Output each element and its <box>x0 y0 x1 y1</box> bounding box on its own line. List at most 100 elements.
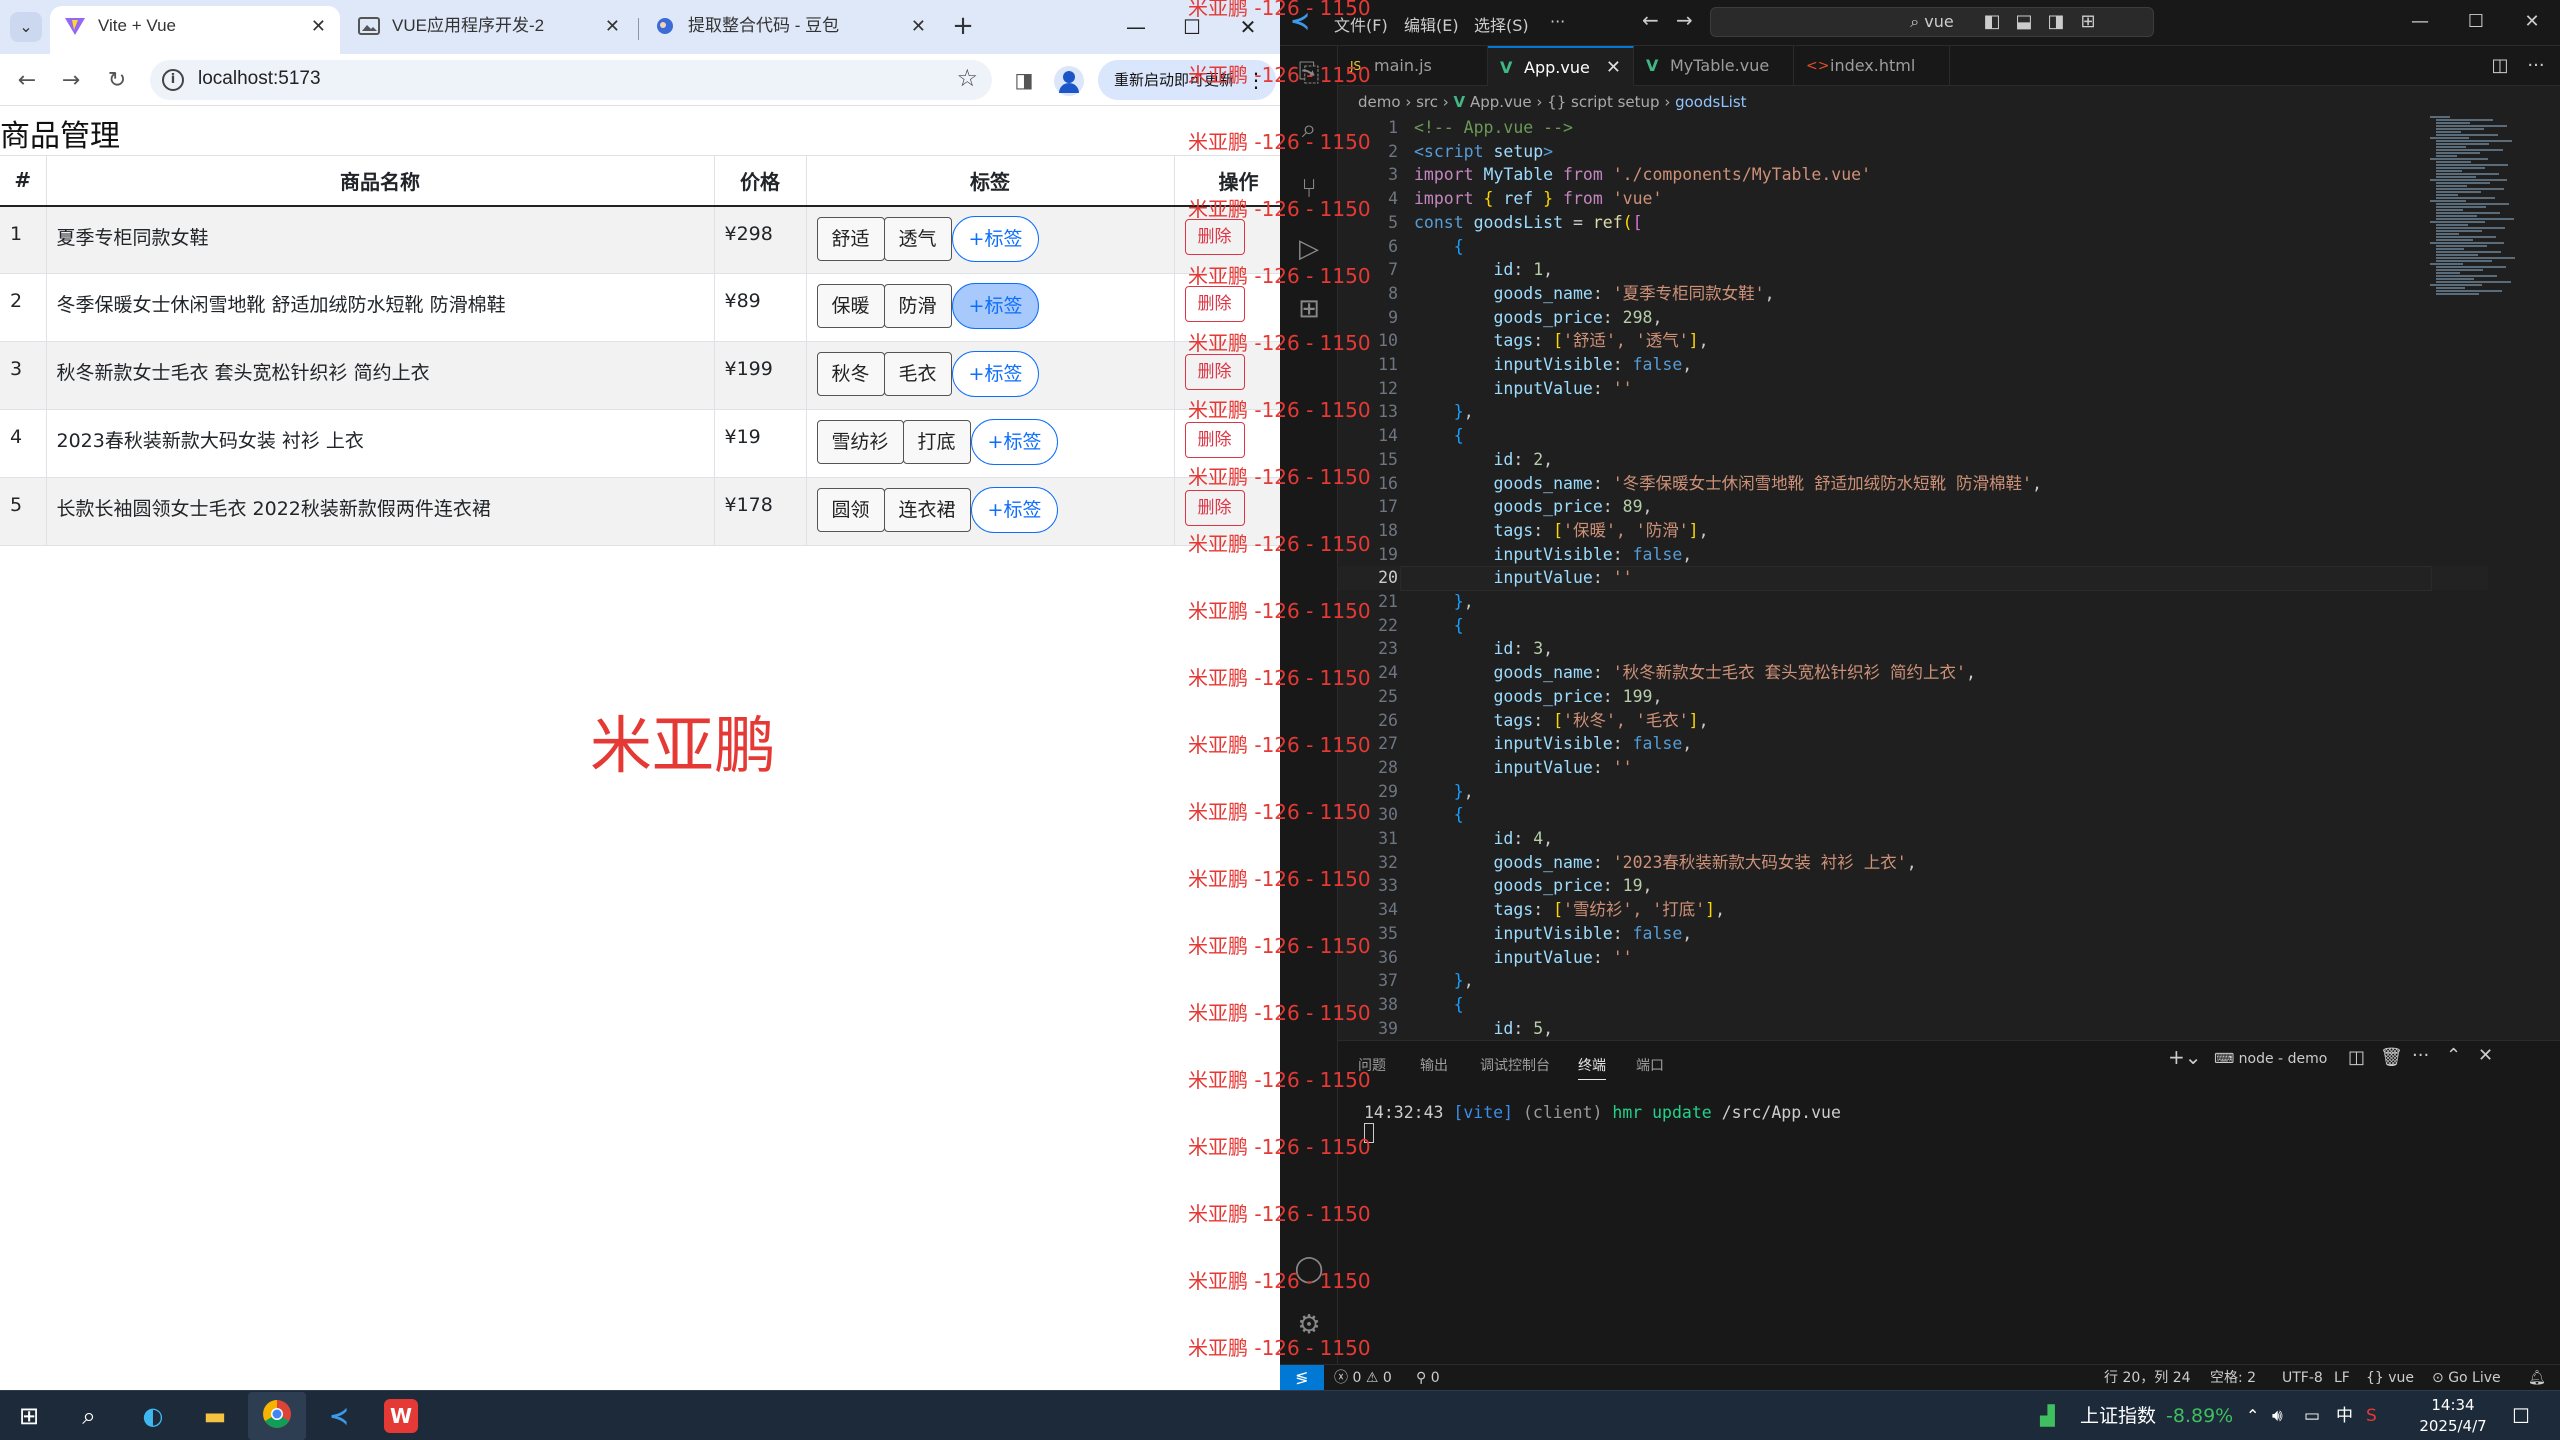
stock-change[interactable]: -8.89% <box>2166 1391 2233 1440</box>
language-mode[interactable]: {} vue <box>2366 1365 2414 1390</box>
menu-edit[interactable]: 编辑(E) <box>1404 12 1459 36</box>
bookmark-star-icon[interactable]: ☆ <box>956 64 978 92</box>
file-explorer-icon[interactable]: ▬ <box>198 1399 232 1433</box>
close-icon[interactable]: ✕ <box>1606 48 1621 88</box>
split-editor-icon[interactable]: ◫ <box>2488 54 2512 78</box>
tab-app-vue[interactable]: V App.vue ✕ <box>1488 46 1634 86</box>
edge-browser-icon[interactable]: ◐ <box>136 1399 170 1433</box>
tab-vue-course[interactable]: VUE应用程序开发-24级大数据 ✕ <box>344 6 634 54</box>
close-icon[interactable]: ✕ <box>911 6 926 46</box>
encoding[interactable]: UTF-8 <box>2282 1365 2323 1390</box>
wps-office-icon[interactable]: W <box>384 1399 418 1433</box>
split-terminal-icon[interactable]: ◫ <box>2348 1047 2365 1068</box>
add-tag-button[interactable]: +标签 <box>970 487 1059 533</box>
notifications-bell-icon[interactable]: 🔔︎ <box>2528 1365 2546 1390</box>
site-info-icon[interactable]: i <box>162 69 184 91</box>
tab-search-button[interactable]: ⌄ <box>10 12 42 42</box>
row-price: ¥19 <box>713 409 806 478</box>
delete-button[interactable]: 删除 <box>1184 490 1245 526</box>
toggle-panel-icon[interactable]: ⬓ <box>2012 10 2036 34</box>
watermark-text: 米亚鹏 -126 - 1150 <box>1188 532 1371 556</box>
back-arrow-icon[interactable]: ← <box>10 64 44 98</box>
notifications-icon[interactable]: ☐ <box>2512 1391 2530 1440</box>
vscode-taskbar-icon[interactable]: ≺ <box>322 1399 356 1433</box>
eol[interactable]: LF <box>2334 1365 2350 1390</box>
tab-mytable-vue[interactable]: V MyTable.vue <box>1634 46 1794 86</box>
add-tag-button[interactable]: +标签 <box>951 215 1040 262</box>
ime-indicator[interactable]: 中 <box>2336 1391 2353 1440</box>
panel-tab-debug-console[interactable]: 调试控制台 <box>1480 1055 1550 1075</box>
stock-chart-icon[interactable]: ▟ <box>2040 1391 2055 1440</box>
system-clock[interactable]: 14:34 2025/4/7 <box>2408 1395 2498 1437</box>
toggle-secondary-sidebar-icon[interactable]: ◨ <box>2044 10 2068 34</box>
panel-tab-ports[interactable]: 端口 <box>1636 1055 1664 1075</box>
close-icon[interactable]: ✕ <box>605 6 620 46</box>
profile-avatar[interactable] <box>1054 66 1084 96</box>
tray-expand-icon[interactable]: ⌃ <box>2246 1391 2259 1440</box>
stock-name[interactable]: 上证指数 <box>2080 1391 2156 1440</box>
cursor-position[interactable]: 行 20，列 24 <box>2104 1365 2191 1390</box>
new-terminal-icon[interactable]: +⌄ <box>2168 1045 2202 1069</box>
tab-index-html[interactable]: <> index.html <box>1794 46 1950 86</box>
maximize-panel-icon[interactable]: ⌃ <box>2446 1045 2461 1066</box>
wps-tray-icon[interactable]: S <box>2366 1391 2377 1440</box>
add-tag-button[interactable]: +标签 <box>970 419 1059 465</box>
add-tag-button[interactable]: +标签 <box>951 283 1040 329</box>
network-icon[interactable]: ▭ <box>2304 1391 2320 1440</box>
panel-tab-terminal[interactable]: 终端 <box>1578 1055 1606 1080</box>
maximize-button[interactable]: ☐ <box>2464 10 2488 34</box>
more-actions-icon[interactable]: ··· <box>2524 54 2548 78</box>
close-window-button[interactable]: ✕ <box>2520 10 2544 34</box>
close-panel-icon[interactable]: ✕ <box>2478 1045 2493 1066</box>
reload-icon[interactable]: ↻ <box>100 64 134 98</box>
screen: ⌄ Vite + Vue ✕ VUE应用程序开发-24级大数据 ✕ 提取整合代码… <box>0 0 2560 1440</box>
problems-status[interactable]: ⓧ 0 ⚠ 0 <box>1334 1365 1392 1390</box>
customize-layout-icon[interactable]: ⊞ <box>2076 10 2100 34</box>
delete-button[interactable]: 删除 <box>1184 286 1245 322</box>
breadcrumb-item[interactable]: {} script setup <box>1547 93 1659 111</box>
new-tab-button[interactable]: + <box>948 12 978 42</box>
go-live-button[interactable]: ⊙ Go Live <box>2432 1365 2501 1390</box>
tab-vite-vue[interactable]: Vite + Vue ✕ <box>50 6 340 54</box>
close-icon[interactable]: ✕ <box>311 6 326 46</box>
volume-icon[interactable]: 🔊︎ <box>2272 1391 2283 1440</box>
minimap[interactable] <box>2430 116 2540 316</box>
delete-button[interactable]: 删除 <box>1184 218 1245 255</box>
panel-tab-output[interactable]: 输出 <box>1420 1055 1448 1075</box>
forward-arrow-icon[interactable]: → <box>1676 8 1693 32</box>
minimap-line <box>2436 170 2462 172</box>
windows-start-icon[interactable]: ⊞ <box>12 1399 46 1433</box>
back-arrow-icon[interactable]: ← <box>1642 8 1659 32</box>
toggle-sidebar-icon[interactable]: ◧ <box>1980 10 2004 34</box>
delete-button[interactable]: 删除 <box>1184 422 1245 458</box>
ports-status[interactable]: ⚲ 0 <box>1416 1365 1440 1390</box>
menu-more[interactable]: ··· <box>1550 12 1565 31</box>
trash-icon[interactable]: 🗑 <box>2380 1047 2403 1068</box>
address-bar[interactable]: i localhost:5173 ☆ <box>150 60 992 100</box>
minimap-line <box>2436 131 2461 133</box>
add-tag-button[interactable]: +标签 <box>951 351 1040 397</box>
code-editor[interactable]: 1 <!-- App.vue --> 2 <script setup> 3 import … <box>1338 116 2488 1040</box>
forward-arrow-icon[interactable]: → <box>54 64 88 98</box>
more-actions-icon[interactable]: ··· <box>2412 1045 2429 1066</box>
watermark-text: 米亚鹏 -126 - 1150 <box>1188 867 1371 891</box>
search-icon[interactable]: ⌕ <box>72 1399 106 1433</box>
side-panel-icon[interactable]: ◨ <box>1010 66 1038 94</box>
menu-selection[interactable]: 选择(S) <box>1474 12 1529 36</box>
indentation[interactable]: 空格: 2 <box>2210 1365 2256 1390</box>
breadcrumb-item[interactable]: demo <box>1358 93 1401 111</box>
tab-doubao[interactable]: 提取整合代码 - 豆包 ✕ <box>640 6 940 54</box>
terminal-instance[interactable]: ⌨ node - demo <box>2214 1051 2327 1067</box>
code-line: 35 inputVisible: false, <box>1378 923 1693 943</box>
chrome-browser-icon[interactable] <box>260 1399 294 1433</box>
breadcrumb-item[interactable]: App.vue <box>1470 93 1532 111</box>
minimize-button[interactable]: — <box>1114 10 1158 44</box>
remote-icon[interactable]: ≶ <box>1280 1365 1324 1390</box>
watermark-text: 米亚鹏 -126 - 1150 <box>1188 599 1371 623</box>
delete-button[interactable]: 删除 <box>1184 354 1245 390</box>
extensions-icon[interactable]: ⊞ <box>1292 292 1326 326</box>
breadcrumb-item[interactable]: goodsList <box>1675 93 1746 111</box>
minimize-button[interactable]: — <box>2408 10 2432 34</box>
minimap-line <box>2436 143 2489 145</box>
breadcrumb-item[interactable]: src <box>1416 93 1438 111</box>
